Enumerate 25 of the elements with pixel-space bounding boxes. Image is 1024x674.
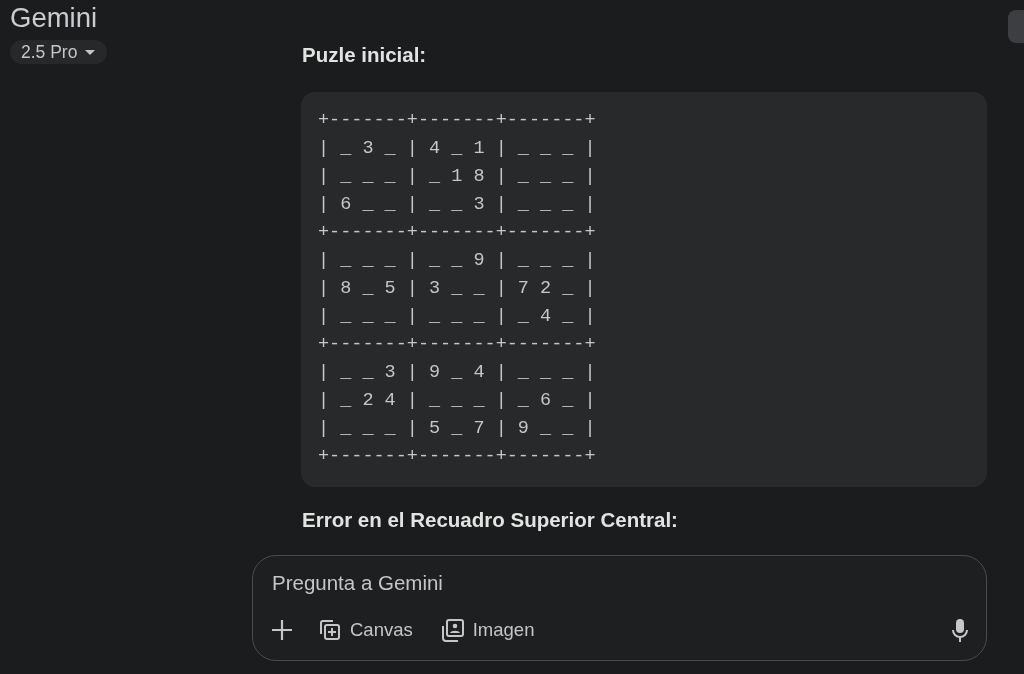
message-heading: Puzle inicial: bbox=[302, 44, 428, 66]
code-line: +-------+-------+-------+ bbox=[318, 333, 596, 357]
prompt-field[interactable]: Pregunta a Gemini bbox=[272, 570, 692, 596]
photo-stack-icon bbox=[440, 618, 464, 642]
code-line: | _ _ _ | _ _ 9 | _ _ _ | bbox=[318, 249, 596, 273]
code-line: | _ _ 3 | 9 _ 4 | _ _ _ | bbox=[318, 361, 596, 385]
code-line: | _ _ _ | _ _ _ | _ 4 _ | bbox=[318, 305, 596, 329]
message-heading: Error en el Recuadro Superior Central: bbox=[302, 509, 679, 531]
code-line: | _ _ _ | _ 1 8 | _ _ _ | bbox=[318, 165, 596, 189]
code-line: | 6 _ _ | _ _ 3 | _ _ _ | bbox=[318, 193, 596, 217]
code-line: | _ _ _ | 5 _ 7 | 9 _ _ | bbox=[318, 417, 596, 441]
code-line: | _ 3 _ | 4 _ 1 | _ _ _ | bbox=[318, 137, 596, 161]
code-line: +-------+-------+-------+ bbox=[318, 109, 596, 133]
caret-icon bbox=[85, 49, 96, 55]
canvas-button[interactable]: Canvas bbox=[309, 612, 421, 648]
model-selector[interactable]: 2.5 Pro bbox=[10, 40, 108, 64]
code-line: | 8 _ 5 | 3 _ _ | 7 2 _ | bbox=[318, 277, 596, 301]
microphone-icon bbox=[952, 618, 968, 642]
code-line: +-------+-------+-------+ bbox=[318, 221, 596, 245]
code-line: | _ 2 4 | _ _ _ | _ 6 _ | bbox=[318, 389, 596, 413]
app-title: Gemini bbox=[10, 2, 98, 33]
copy-plus-icon bbox=[317, 618, 341, 642]
code-line: +-------+-------+-------+ bbox=[318, 445, 596, 469]
image-button[interactable]: Imagen bbox=[432, 612, 543, 648]
plus-icon bbox=[271, 619, 293, 641]
